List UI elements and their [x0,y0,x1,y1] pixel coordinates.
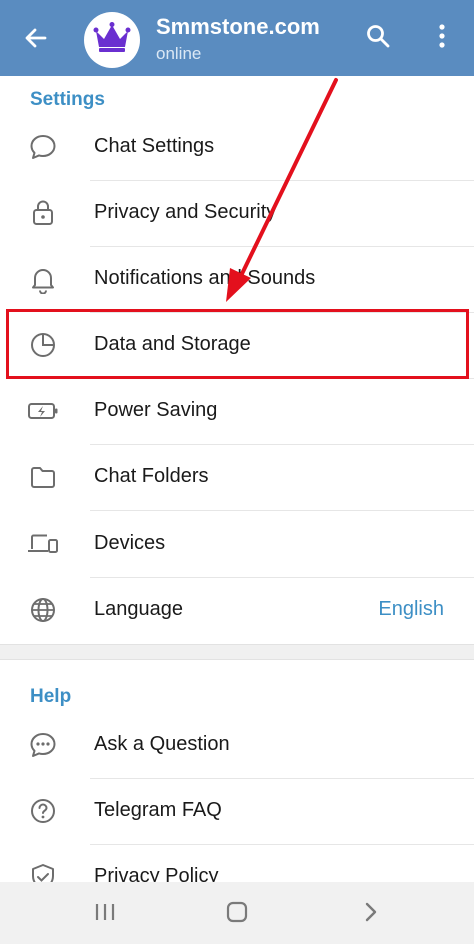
help-item-ask-question[interactable]: Ask a Question [0,712,474,778]
highlight-box [6,309,469,379]
question-circle-icon [26,795,60,827]
recents-button[interactable] [83,892,127,936]
settings-section-title: Settings [30,89,105,110]
search-icon [365,23,391,54]
language-value: English [378,598,444,620]
bell-icon [26,263,60,295]
chat-dots-icon [26,729,60,761]
settings-item-chat-settings[interactable]: Chat Settings [0,114,474,180]
chevron-right-icon [363,901,379,928]
section-separator [0,644,474,660]
settings-item-chat-folders[interactable]: Chat Folders [0,444,474,510]
crown-icon [92,21,132,60]
avatar[interactable] [84,12,140,68]
help-section-title: Help [30,686,72,707]
chat-bubble-icon [26,131,60,163]
settings-item-label: Chat Folders [94,465,209,487]
settings-item-label: Notifications and Sounds [94,267,316,289]
help-item-label: Ask a Question [94,733,230,755]
settings-item-label: Devices [94,532,166,554]
more-button[interactable] [424,18,460,58]
chat-title: Smmstone.com [156,14,320,39]
globe-icon [26,594,60,626]
settings-item-label: Chat Settings [94,135,215,157]
back-button[interactable] [14,20,58,60]
folder-icon [26,461,60,493]
home-button[interactable] [215,892,259,936]
lock-icon [26,197,60,229]
home-icon [225,900,249,929]
devices-icon [26,528,60,560]
settings-item-language[interactable]: Language English [0,577,474,643]
settings-item-label: Privacy and Security [94,201,277,223]
arrow-left-icon [23,25,49,56]
chat-status: online [156,44,202,63]
settings-item-notifications[interactable]: Notifications and Sounds [0,246,474,312]
nav-back-button[interactable] [349,892,393,936]
help-item-telegram-faq[interactable]: Telegram FAQ [0,778,474,844]
system-nav-bar [0,882,474,944]
battery-icon [26,395,60,427]
settings-item-devices[interactable]: Devices [0,511,474,577]
search-button[interactable] [358,18,398,58]
settings-item-label: Power Saving [94,399,218,421]
app-header: Smmstone.com online [0,0,474,76]
settings-item-label: Language [94,598,183,620]
more-vertical-icon [437,23,447,54]
settings-item-privacy-security[interactable]: Privacy and Security [0,180,474,246]
recents-icon [93,902,117,927]
help-item-label: Telegram FAQ [94,799,222,821]
settings-item-power-saving[interactable]: Power Saving [0,378,474,444]
